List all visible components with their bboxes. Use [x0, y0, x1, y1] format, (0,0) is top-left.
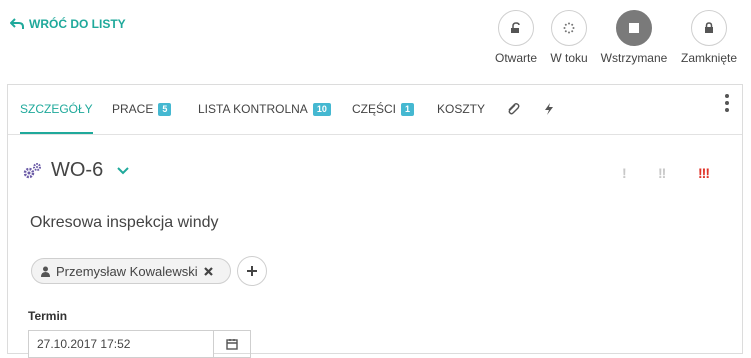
count-badge: 1 — [401, 102, 415, 116]
lock-icon — [705, 22, 713, 33]
priority-medium-button[interactable]: !! — [658, 165, 666, 181]
paperclip-icon — [508, 103, 520, 115]
unlock-icon — [511, 22, 520, 33]
calendar-button[interactable] — [214, 330, 251, 358]
due-date-field[interactable] — [28, 330, 214, 358]
status-label: Zamknięte — [680, 51, 738, 65]
count-badge: 10 — [312, 102, 331, 116]
bolt-icon — [545, 103, 553, 115]
tab-activity[interactable] — [542, 85, 556, 133]
due-date-label: Termin — [28, 309, 68, 323]
assignee-chip[interactable]: Przemysław Kowalewski — [31, 258, 231, 284]
status-label: W toku — [550, 51, 588, 65]
tab-parts[interactable]: CZĘŚCI 1 — [352, 85, 415, 133]
tab-tasks[interactable]: PRACE 5 — [112, 85, 172, 133]
plus-icon — [247, 266, 257, 276]
tab-label: PRACE — [112, 102, 154, 116]
back-arrow-icon — [10, 18, 24, 29]
user-icon — [41, 266, 50, 277]
in-progress-icon — [563, 22, 575, 34]
assignee-name: Przemysław Kowalewski — [56, 263, 198, 279]
calendar-icon — [226, 339, 238, 350]
priority-low-button[interactable]: ! — [622, 165, 627, 181]
chevron-down-icon[interactable] — [117, 166, 129, 175]
priority-high-button[interactable]: !!! — [698, 165, 710, 181]
add-assignee-button[interactable] — [237, 256, 267, 286]
status-circle — [551, 10, 587, 46]
count-badge: 5 — [158, 102, 172, 116]
tab-checklist[interactable]: LISTA KONTROLNA 10 — [198, 85, 331, 133]
tab-label: LISTA KONTROLNA — [198, 102, 308, 116]
gears-icon — [23, 162, 43, 180]
status-circle — [691, 10, 727, 46]
back-link-label: WRÓĆ DO LISTY — [29, 17, 126, 31]
tab-costs[interactable]: KOSZTY — [437, 85, 485, 133]
status-label: Wstrzymane — [600, 51, 668, 65]
tab-attachments[interactable] — [506, 85, 520, 133]
tab-details[interactable]: SZCZEGÓŁY — [20, 85, 93, 134]
tab-label: SZCZEGÓŁY — [20, 101, 93, 116]
stop-icon — [629, 23, 639, 33]
work-order-header: WO-6 — [23, 159, 129, 182]
status-circle-active — [616, 10, 652, 46]
status-closed-button[interactable]: Zamknięte — [669, 10, 749, 65]
tab-label: KOSZTY — [437, 102, 486, 116]
back-to-list-link[interactable]: WRÓĆ DO LISTY — [10, 17, 126, 31]
work-order-card: SZCZEGÓŁY PRACE 5 LISTA KONTROLNA 10 CZĘ… — [7, 84, 743, 358]
tab-label: CZĘŚCI — [352, 102, 397, 116]
remove-icon[interactable] — [203, 266, 214, 277]
more-options-menu[interactable] — [724, 94, 730, 114]
work-order-id: WO-6 — [51, 159, 104, 181]
status-on-hold-button[interactable]: Wstrzymane — [594, 10, 674, 65]
work-order-description[interactable]: Okresowa inspekcja windy — [30, 214, 219, 232]
tab-bar: SZCZEGÓŁY PRACE 5 LISTA KONTROLNA 10 CZĘ… — [8, 85, 742, 135]
